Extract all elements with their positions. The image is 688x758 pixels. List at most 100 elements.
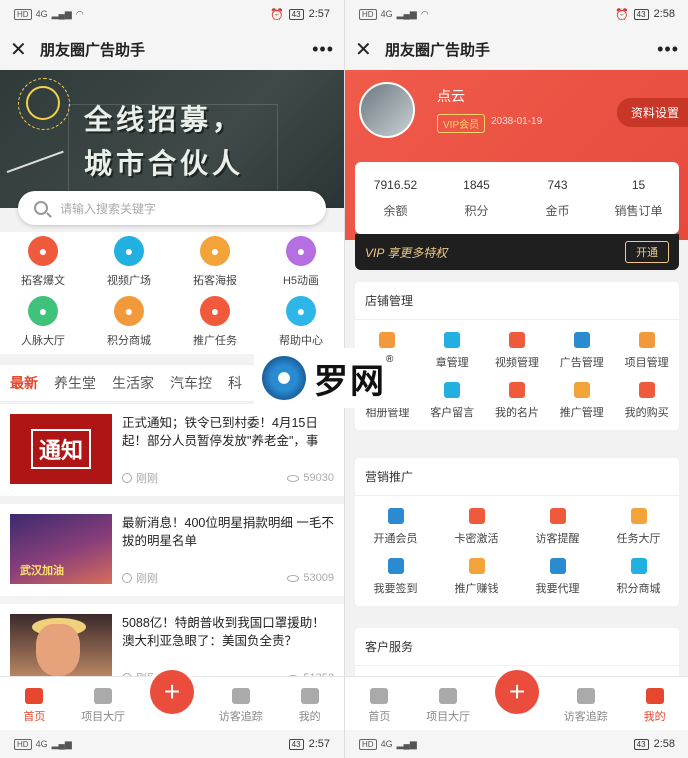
feature-item[interactable]: ● 帮助中心 (258, 296, 344, 348)
category-tab[interactable]: 汽车控 (170, 373, 212, 393)
stat-value: 7916.52 (373, 177, 418, 192)
tab-visitors[interactable]: 访客追踪 (206, 688, 275, 724)
status-time: 2:58 (653, 8, 675, 20)
menu-icon (444, 332, 461, 348)
title-bar: ✕ 朋友圈广告助手 ••• (345, 28, 688, 70)
menu-item[interactable]: 我的名片 (485, 382, 550, 420)
user-name: 点云 (437, 88, 465, 104)
menu-icon (468, 558, 485, 574)
tab-home[interactable]: 首页 (345, 688, 414, 724)
menu-item[interactable]: 项目管理 (614, 332, 679, 370)
section-title: 客户服务 (355, 628, 679, 666)
bulb-icon: ● (286, 296, 316, 326)
tab-home[interactable]: 首页 (0, 688, 69, 724)
shop-icon: ● (114, 296, 144, 326)
app-title: 朋友圈广告助手 (385, 41, 491, 59)
news-time: 刚刚 (136, 473, 158, 485)
menu-item[interactable]: 推广赚钱 (436, 558, 517, 596)
add-button[interactable]: + (150, 670, 194, 714)
stat-item[interactable]: 743 金币 (517, 162, 598, 234)
search-placeholder: 请输入搜索关键字 (60, 201, 157, 216)
feature-item[interactable]: ● 推广任务 (172, 296, 258, 348)
menu-label: 客户留言 (430, 407, 475, 419)
menu-item[interactable]: 访客提醒 (517, 508, 598, 546)
banner-line1: 全线招募， (84, 104, 245, 135)
category-tab[interactable]: 科 (228, 373, 242, 393)
menu-item[interactable]: 广告管理 (549, 332, 614, 370)
menu-icon (638, 332, 655, 348)
news-views: 53009 (303, 572, 334, 584)
menu-item[interactable]: 任务大厅 (598, 508, 679, 546)
sun-icon (18, 78, 70, 130)
stat-item[interactable]: 7916.52 余额 (355, 162, 436, 234)
feature-item[interactable]: ● 视频广场 (86, 236, 172, 288)
video-icon: ● (114, 236, 144, 266)
grid-icon (439, 688, 458, 704)
tab-mine[interactable]: 我的 (275, 688, 344, 724)
menu-icon (379, 332, 396, 348)
feature-item[interactable]: ● H5动画 (258, 236, 344, 288)
add-button[interactable]: + (495, 670, 539, 714)
stat-item[interactable]: 1845 积分 (436, 162, 517, 234)
menu-icon (573, 382, 590, 398)
menu-item[interactable]: 视频管理 (485, 332, 550, 370)
menu-label: 任务大厅 (616, 533, 661, 545)
feature-label: 人脉大厅 (21, 335, 65, 347)
menu-icon (508, 332, 525, 348)
feature-label: 视频广场 (107, 275, 151, 287)
menu-item[interactable]: 开通会员 (355, 508, 436, 546)
status-bar: HD 4G ▂▄▆ ◠ ⏰ 43 2:57 (0, 0, 344, 28)
menu-item[interactable]: 我要签到 (355, 558, 436, 596)
close-icon[interactable]: ✕ (355, 37, 379, 62)
list-item[interactable]: 通知 正式通知；铁令已到村委！4月15日起！部分人员暂停发放"养老金"，事关..… (0, 404, 344, 496)
tab-mine[interactable]: 我的 (620, 688, 688, 724)
menu-item[interactable]: 推广管理 (549, 382, 614, 420)
category-tab[interactable]: 最新 (10, 373, 38, 393)
menu-label: 视频管理 (494, 357, 539, 369)
footprint-icon (231, 688, 250, 704)
menu-label: 项目管理 (624, 357, 669, 369)
feature-item[interactable]: ● 积分商城 (86, 296, 172, 348)
stat-value: 15 (631, 177, 646, 192)
menu-label: 我要代理 (535, 583, 580, 595)
more-icon[interactable]: ••• (657, 39, 679, 60)
feature-item[interactable]: ● 人脉大厅 (0, 296, 86, 348)
category-tab[interactable]: 生活家 (112, 373, 154, 393)
tab-projects[interactable]: 项目大厅 (69, 688, 138, 724)
app-title: 朋友圈广告助手 (40, 41, 146, 59)
news-thumbnail: 武汉加油 (10, 514, 112, 584)
menu-item[interactable]: 我的购买 (614, 382, 679, 420)
menu-icon (630, 508, 647, 524)
search-input[interactable]: 请输入搜索关键字 (18, 191, 326, 225)
user-icon (300, 688, 319, 704)
list-item[interactable]: 武汉加油 最新消息！400位明星捐款明细 一毛不拔的明星名单 刚刚 53009 (0, 504, 344, 596)
stat-value: 1845 (463, 177, 490, 192)
people-icon: ● (28, 296, 58, 326)
feature-label: 拓客海报 (193, 275, 237, 287)
menu-icon (549, 558, 566, 574)
tab-visitors[interactable]: 访客追踪 (551, 688, 620, 724)
news-title: 最新消息！400位明星捐款明细 一毛不拔的明星名单 (122, 516, 334, 548)
menu-item[interactable]: 我要代理 (517, 558, 598, 596)
close-icon[interactable]: ✕ (10, 37, 34, 62)
menu-label: 章管理 (435, 357, 469, 369)
profile-settings-button[interactable]: 资料设置 (616, 98, 688, 127)
feature-item[interactable]: ● 拓客海报 (172, 236, 258, 288)
registered-mark: ® (386, 354, 394, 365)
more-icon[interactable]: ••• (312, 39, 334, 60)
stat-item[interactable]: 15 销售订单 (598, 162, 679, 234)
section-title: 店铺管理 (355, 282, 679, 320)
open-vip-button[interactable]: 开通 (625, 241, 669, 263)
tab-projects[interactable]: 项目大厅 (414, 688, 483, 724)
user-icon (645, 688, 664, 704)
banner[interactable]: 全线招募， 城市合伙人 (0, 70, 344, 208)
menu-item[interactable]: 卡密激活 (436, 508, 517, 546)
vip-badge: VIP会员 (437, 114, 486, 133)
eye-icon (287, 474, 300, 482)
feature-item[interactable]: ● 拓客爆文 (0, 236, 86, 288)
menu-item[interactable]: 积分商城 (598, 558, 679, 596)
vip-promo-strip[interactable]: VIP 享更多特权 开通 (355, 234, 679, 270)
avatar[interactable] (359, 82, 415, 138)
category-tab[interactable]: 养生堂 (54, 373, 96, 393)
alarm-icon: ⏰ (614, 8, 629, 21)
